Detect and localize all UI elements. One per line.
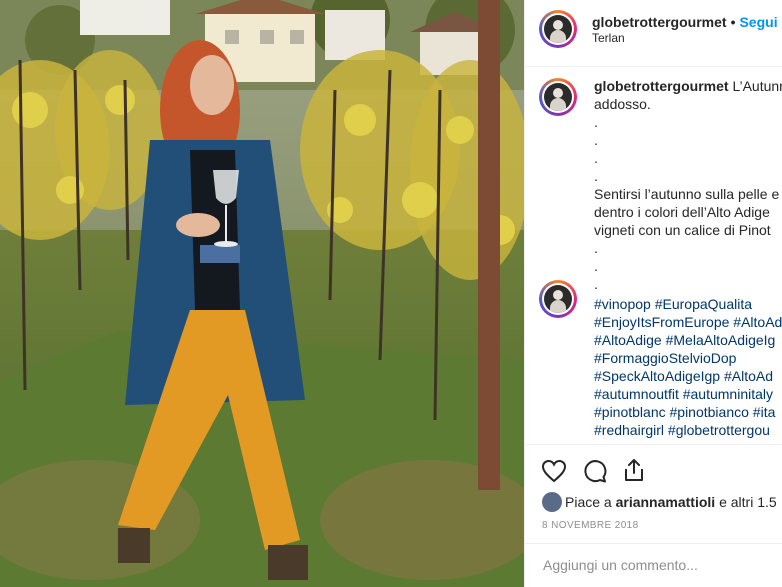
caption-line: vigneti con un calice di Pinot [594, 222, 771, 238]
hashtag-line[interactable]: #vinopop #EuropaQualita [594, 295, 782, 313]
post-actions: Piace a ariannamattioli e altri 1.5 8 NO… [525, 444, 782, 587]
caption-line: . [594, 114, 598, 130]
caption-username[interactable]: globetrottergourmet [594, 78, 729, 94]
caption-line: globetrottergourmet L’Autunno [594, 77, 782, 95]
hashtag-line[interactable]: #autumnoutfit #autumninitaly [594, 385, 782, 403]
caption-text: L’Autunno [732, 78, 782, 94]
avatar-image [544, 285, 572, 313]
likes-user[interactable]: ariannamattioli [616, 494, 716, 510]
caption-line: . [594, 168, 598, 184]
heart-icon[interactable] [541, 459, 567, 488]
caption-line: . [594, 132, 598, 148]
post-date[interactable]: 8 NOVEMBRE 2018 [542, 520, 639, 531]
share-icon[interactable] [622, 457, 646, 488]
header-avatar[interactable] [539, 10, 577, 48]
add-comment-bar [525, 543, 782, 587]
likes-prefix: Piace a [565, 494, 616, 510]
post-header: globetrottergourmet • Segui Terlan [525, 0, 782, 67]
caption-line: dentro i colori dell’Alto Adige [594, 204, 770, 220]
hashtag-line[interactable]: #pinotblanc #pinotbianco #ita [594, 403, 782, 421]
caption-avatar[interactable] [539, 78, 577, 116]
hashtag-line[interactable]: #FormaggioStelvioDop [594, 349, 782, 367]
post-panel: globetrottergourmet • Segui Terlan globetr… [524, 0, 782, 587]
avatar-image [544, 15, 572, 43]
comment-icon[interactable] [582, 459, 608, 488]
likes-avatar[interactable] [542, 492, 562, 512]
header-username-row: globetrottergourmet • Segui [592, 14, 778, 30]
hashtag-comment: #vinopop #EuropaQualita #EnjoyItsFromEur… [594, 295, 782, 439]
hashtag-line[interactable]: #EnjoyItsFromEurope #AltoAd [594, 313, 782, 331]
header-username[interactable]: globetrottergourmet [592, 14, 727, 30]
header-location[interactable]: Terlan [592, 31, 625, 45]
hashtag-line[interactable]: #SpeckAltoAdigeIgp #AltoAd [594, 367, 782, 385]
caption-line: Sentirsi l’autunno sulla pelle e [594, 186, 780, 202]
likes-text: Piace a ariannamattioli e altri 1.5 [565, 494, 777, 510]
likes-suffix[interactable]: e altri 1.5 [715, 494, 777, 510]
hashtag-line[interactable]: #AltoAdige #MelaAltoAdigeIg [594, 331, 782, 349]
post-photo-image [0, 0, 524, 587]
comments-area[interactable]: globetrottergourmet L’Autunno addosso. .… [525, 66, 782, 444]
caption-line: . [594, 150, 598, 166]
caption-line: . [594, 240, 598, 256]
post-photo[interactable] [0, 0, 524, 587]
comment-avatar[interactable] [539, 280, 577, 318]
caption-line: addosso. [594, 96, 651, 112]
add-comment-input[interactable] [541, 556, 782, 574]
caption-line: . [594, 258, 598, 274]
caption: globetrottergourmet L’Autunno addosso. .… [594, 77, 782, 293]
follow-button[interactable]: Segui [739, 14, 777, 30]
caption-line: . [594, 276, 598, 292]
avatar-image [544, 83, 572, 111]
header-separator: • [730, 14, 736, 30]
hashtag-line[interactable]: #redhairgirl #globetrottergou [594, 421, 782, 439]
